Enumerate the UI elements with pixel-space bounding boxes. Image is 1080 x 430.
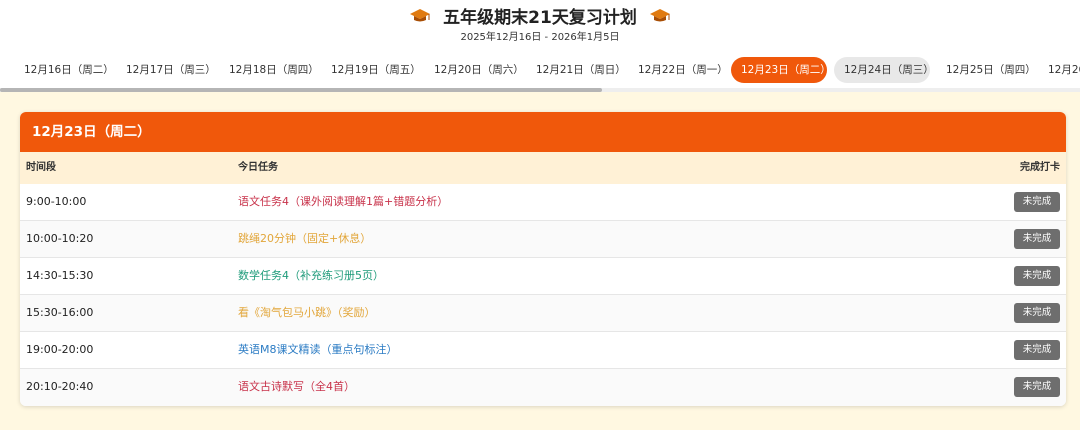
task-cell: 语文任务4（课外阅读理解1篇+错题分析） [238,195,449,208]
checkin-button[interactable]: 未完成 [1014,266,1060,286]
header: 五年级期末21天复习计划 2025年12月16日 - 2026年1月5日 12月… [0,0,1080,92]
time-cell: 19:00-20:00 [26,343,94,356]
day-heading: 12月23日（周二） [20,112,1066,152]
graduation-cap-icon [409,8,431,24]
graduation-cap-icon [649,8,671,24]
date-range: 2025年12月16日 - 2026年1月5日 [460,32,620,43]
checkin-button[interactable]: 未完成 [1014,229,1060,249]
time-cell: 15:30-16:00 [26,306,94,319]
table-header: 时间段 今日任务 完成打卡 [20,152,1066,184]
task-cell: 英语M8课文精读（重点句标注） [238,343,398,356]
task-cell: 跳绳20分钟（固定+休息） [238,232,372,245]
task-table-body: 9:00-10:00 语文任务4（课外阅读理解1篇+错题分析） 未完成 10:0… [20,184,1066,406]
table-row: 9:00-10:00 语文任务4（课外阅读理解1篇+错题分析） 未完成 [20,184,1066,221]
column-time: 时间段 [26,162,56,173]
column-task: 今日任务 [238,162,278,173]
time-cell: 14:30-15:30 [26,269,94,282]
tab-12-19[interactable]: 12月19日（周五） [321,57,421,83]
task-cell: 语文古诗默写（全4首） [238,380,355,393]
table-row: 20:10-20:40 语文古诗默写（全4首） 未完成 [20,369,1066,406]
column-done: 完成打卡 [1020,162,1060,173]
checkin-button[interactable]: 未完成 [1014,340,1060,360]
task-cell: 数学任务4（补充练习册5页） [238,269,384,282]
time-cell: 10:00-10:20 [26,232,94,245]
tab-12-18[interactable]: 12月18日（周四） [219,57,319,83]
checkin-button[interactable]: 未完成 [1014,377,1060,397]
table-row: 15:30-16:00 看《淘气包马小跳》（奖励） 未完成 [20,295,1066,332]
tab-12-26[interactable]: 12月26日（周五） [1038,57,1080,83]
tab-12-24[interactable]: 12月24日（周三） [834,57,934,83]
tab-12-16[interactable]: 12月16日（周二） [14,57,114,83]
tabs-scrollbar[interactable] [0,88,1080,92]
tab-12-21[interactable]: 12月21日（周日） [526,57,626,83]
table-row: 10:00-10:20 跳绳20分钟（固定+休息） 未完成 [20,221,1066,258]
checkin-button[interactable]: 未完成 [1014,192,1060,212]
scrollbar-thumb[interactable] [0,88,602,92]
task-cell: 看《淘气包马小跳》（奖励） [238,306,376,319]
page-title-row: 五年级期末21天复习计划 [0,3,1080,28]
tab-12-22[interactable]: 12月22日（周一） [628,57,728,83]
date-tabs: 12月16日（周二） 12月17日（周三） 12月18日（周四） 12月19日（… [0,57,1080,83]
checkin-button[interactable]: 未完成 [1014,303,1060,323]
page-title: 五年级期末21天复习计划 [443,8,637,28]
tab-12-25[interactable]: 12月25日（周四） [936,57,1036,83]
time-cell: 20:10-20:40 [26,380,94,393]
tab-12-20[interactable]: 12月20日（周六） [424,57,524,83]
day-card: 12月23日（周二） 时间段 今日任务 完成打卡 9:00-10:00 语文任务… [20,112,1066,406]
tab-12-23[interactable]: 12月23日（周二） [731,57,831,83]
tab-12-17[interactable]: 12月17日（周三） [116,57,216,83]
table-row: 19:00-20:00 英语M8课文精读（重点句标注） 未完成 [20,332,1066,369]
time-cell: 9:00-10:00 [26,195,87,208]
table-row: 14:30-15:30 数学任务4（补充练习册5页） 未完成 [20,258,1066,295]
